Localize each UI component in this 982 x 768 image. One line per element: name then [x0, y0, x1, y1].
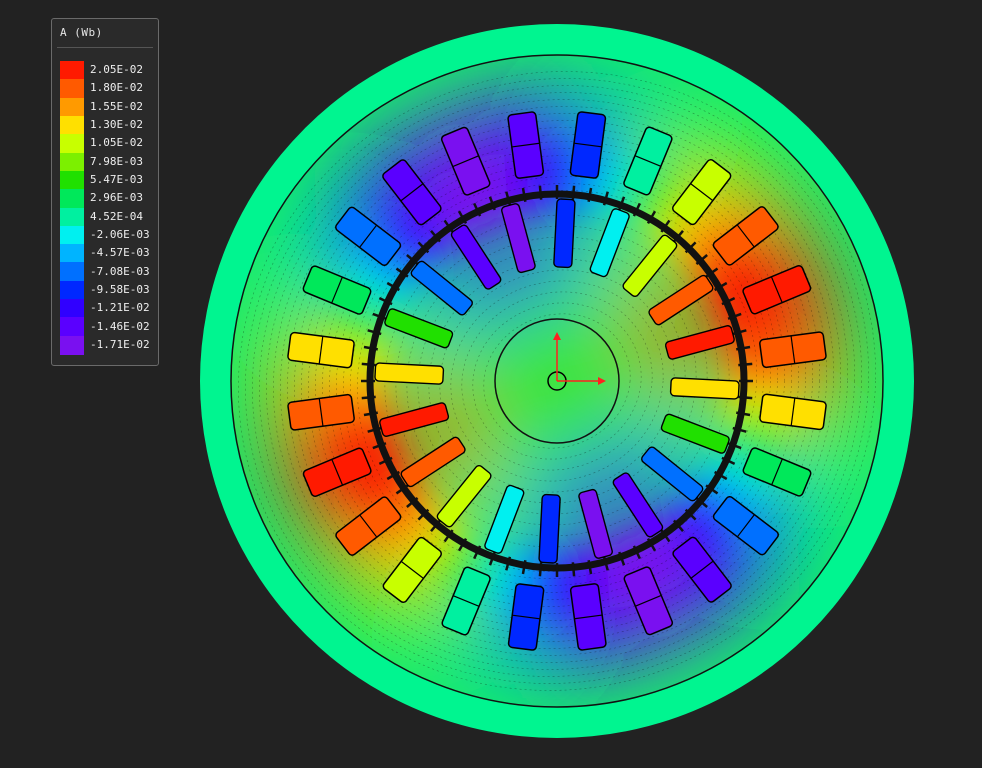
rotor-slot	[538, 493, 561, 564]
rotor-slot	[669, 377, 740, 400]
field-plot	[200, 24, 914, 738]
rotor-slot	[374, 362, 445, 385]
rotor-slot	[553, 198, 576, 269]
